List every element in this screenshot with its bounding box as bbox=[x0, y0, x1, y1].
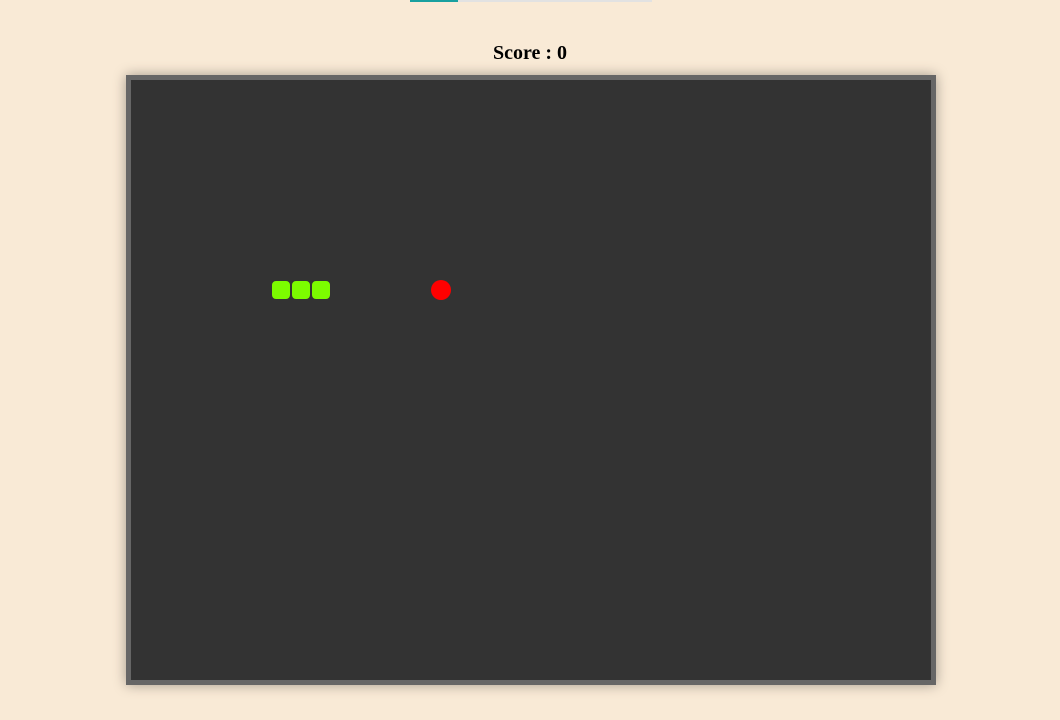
top-progress-bar bbox=[410, 0, 652, 2]
snake-head bbox=[311, 280, 331, 300]
snake-segment bbox=[291, 280, 311, 300]
food-apple bbox=[431, 280, 451, 300]
score-display: Score : 0 bbox=[0, 41, 1060, 65]
score-value: 0 bbox=[557, 42, 568, 64]
game-board[interactable] bbox=[126, 75, 936, 685]
top-progress-fill bbox=[410, 0, 459, 2]
score-label: Score : bbox=[492, 42, 558, 64]
snake-segment bbox=[271, 280, 291, 300]
